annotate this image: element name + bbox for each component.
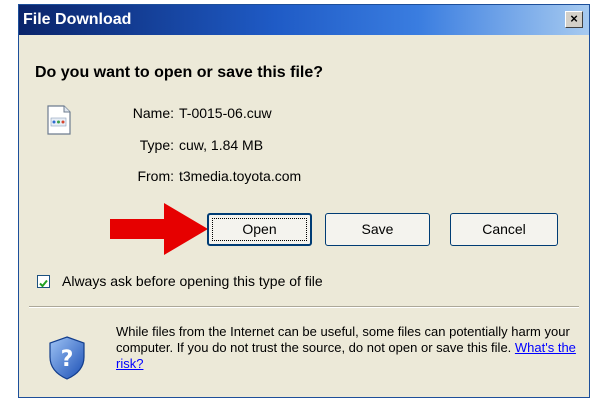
always-ask-label: Always ask before opening this type of f… (62, 273, 323, 289)
security-warning: While files from the Internet can be use… (116, 324, 576, 372)
file-type: cuw, 1.84 MB (179, 137, 264, 153)
dialog-question: Do you want to open or save this file? (35, 64, 324, 81)
save-button-label: Save (361, 221, 394, 237)
cancel-button-label: Cancel (482, 221, 526, 237)
cancel-button[interactable]: Cancel (450, 213, 558, 246)
type-label: Type: (139, 137, 174, 153)
svg-text:?: ? (61, 347, 74, 372)
dialog-title: File Download (23, 11, 132, 28)
focus-rectangle (212, 218, 307, 241)
open-button[interactable]: Open (207, 213, 312, 246)
from-label: From: (137, 168, 174, 184)
close-icon: × (570, 11, 578, 26)
close-button[interactable]: × (565, 11, 583, 28)
file-name: T-0015-06.cuw (179, 105, 272, 121)
file-source: t3media.toyota.com (179, 168, 302, 184)
always-ask-checkbox[interactable] (37, 275, 50, 288)
title-bar[interactable]: File Download × (19, 5, 589, 35)
checkmark-icon (39, 279, 48, 288)
name-label: Name: (132, 105, 174, 121)
file-download-dialog: File Download × Do you want to open or s… (18, 4, 590, 398)
shield-question-icon: ? (47, 335, 87, 386)
arrow-right-icon (110, 201, 210, 262)
warning-text: While files from the Internet can be use… (116, 324, 570, 355)
save-button[interactable]: Save (325, 213, 430, 246)
separator (29, 306, 579, 308)
